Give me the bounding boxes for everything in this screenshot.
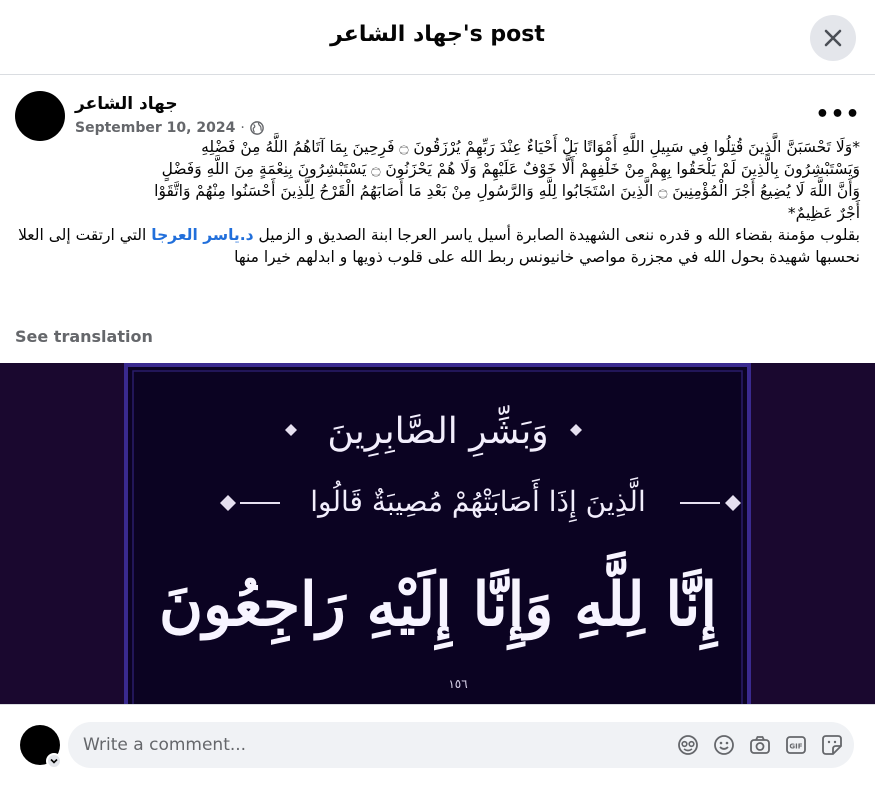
camera-icon[interactable] (748, 733, 772, 757)
verse-line: *وَلَا تَحْسَبَنَّ الَّذِينَ قُتِلُوا فِ… (201, 138, 860, 156)
post-date[interactable]: September 10, 2024 (75, 120, 235, 136)
author-avatar[interactable] (15, 91, 65, 141)
close-icon (824, 29, 842, 47)
verse-line: أَجْرٌ عَظِيمٌ* (787, 204, 860, 222)
globe-icon (249, 121, 264, 135)
tagged-user-link[interactable]: د.ياسر العرجا (151, 226, 253, 244)
author-name[interactable]: جهاد الشاعر (75, 94, 178, 114)
comment-tools: GIF (676, 733, 844, 757)
meta-separator: · (240, 120, 245, 136)
post-dialog-header: جهاد الشاعر's post (0, 0, 875, 75)
more-options-button[interactable]: ••• (815, 98, 861, 130)
verse-line: وَأَنَّ اللَّهَ لَا يُضِيعُ أَجْرَ الْمُ… (154, 182, 860, 200)
post-content-area: جهاد الشاعر September 10, 2024 · ••• *وَ… (0, 76, 875, 704)
calligraphy-line-1: وَبَشِّرِ الصَّابِرِينَ (327, 405, 548, 457)
svg-text:GIF: GIF (789, 743, 802, 751)
emoji-icon[interactable] (712, 733, 736, 757)
verse-line: وَيَسْتَبْشِرُونَ بِالَّذِينَ لَمْ يَلْح… (161, 160, 860, 178)
ellipsis-icon: ••• (815, 101, 861, 127)
post-meta: September 10, 2024 · (75, 120, 264, 136)
close-button[interactable] (810, 15, 856, 61)
avatar-sticker-icon[interactable] (676, 733, 700, 757)
chevron-down-icon (50, 758, 58, 764)
profile-switch-button[interactable] (46, 753, 62, 769)
post-image[interactable]: وَبَشِّرِ الصَّابِرِينَ الَّذِينَ إِذَا … (0, 363, 875, 704)
comment-placeholder: Write a comment... (83, 735, 247, 755)
comment-input[interactable]: Write a comment... GIF (68, 722, 854, 768)
see-translation-link[interactable]: See translation (15, 327, 153, 346)
verse-number: ١٥٦ (448, 677, 467, 691)
obituary-prefix: بقلوب مؤمنة بقضاء الله و قدره ننعى الشهي… (253, 226, 860, 244)
comment-composer: Write a comment... GIF (0, 704, 875, 788)
calligraphy-image: وَبَشِّرِ الصَّابِرِينَ الَّذِينَ إِذَا … (0, 363, 875, 704)
dialog-title: جهاد الشاعر's post (330, 22, 545, 47)
obituary-text: بقلوب مؤمنة بقضاء الله و قدره ننعى الشهي… (15, 224, 860, 268)
gif-icon[interactable]: GIF (784, 733, 808, 757)
post-text: *وَلَا تَحْسَبَنَّ الَّذِينَ قُتِلُوا فِ… (15, 136, 860, 268)
sticker-icon[interactable] (820, 733, 844, 757)
